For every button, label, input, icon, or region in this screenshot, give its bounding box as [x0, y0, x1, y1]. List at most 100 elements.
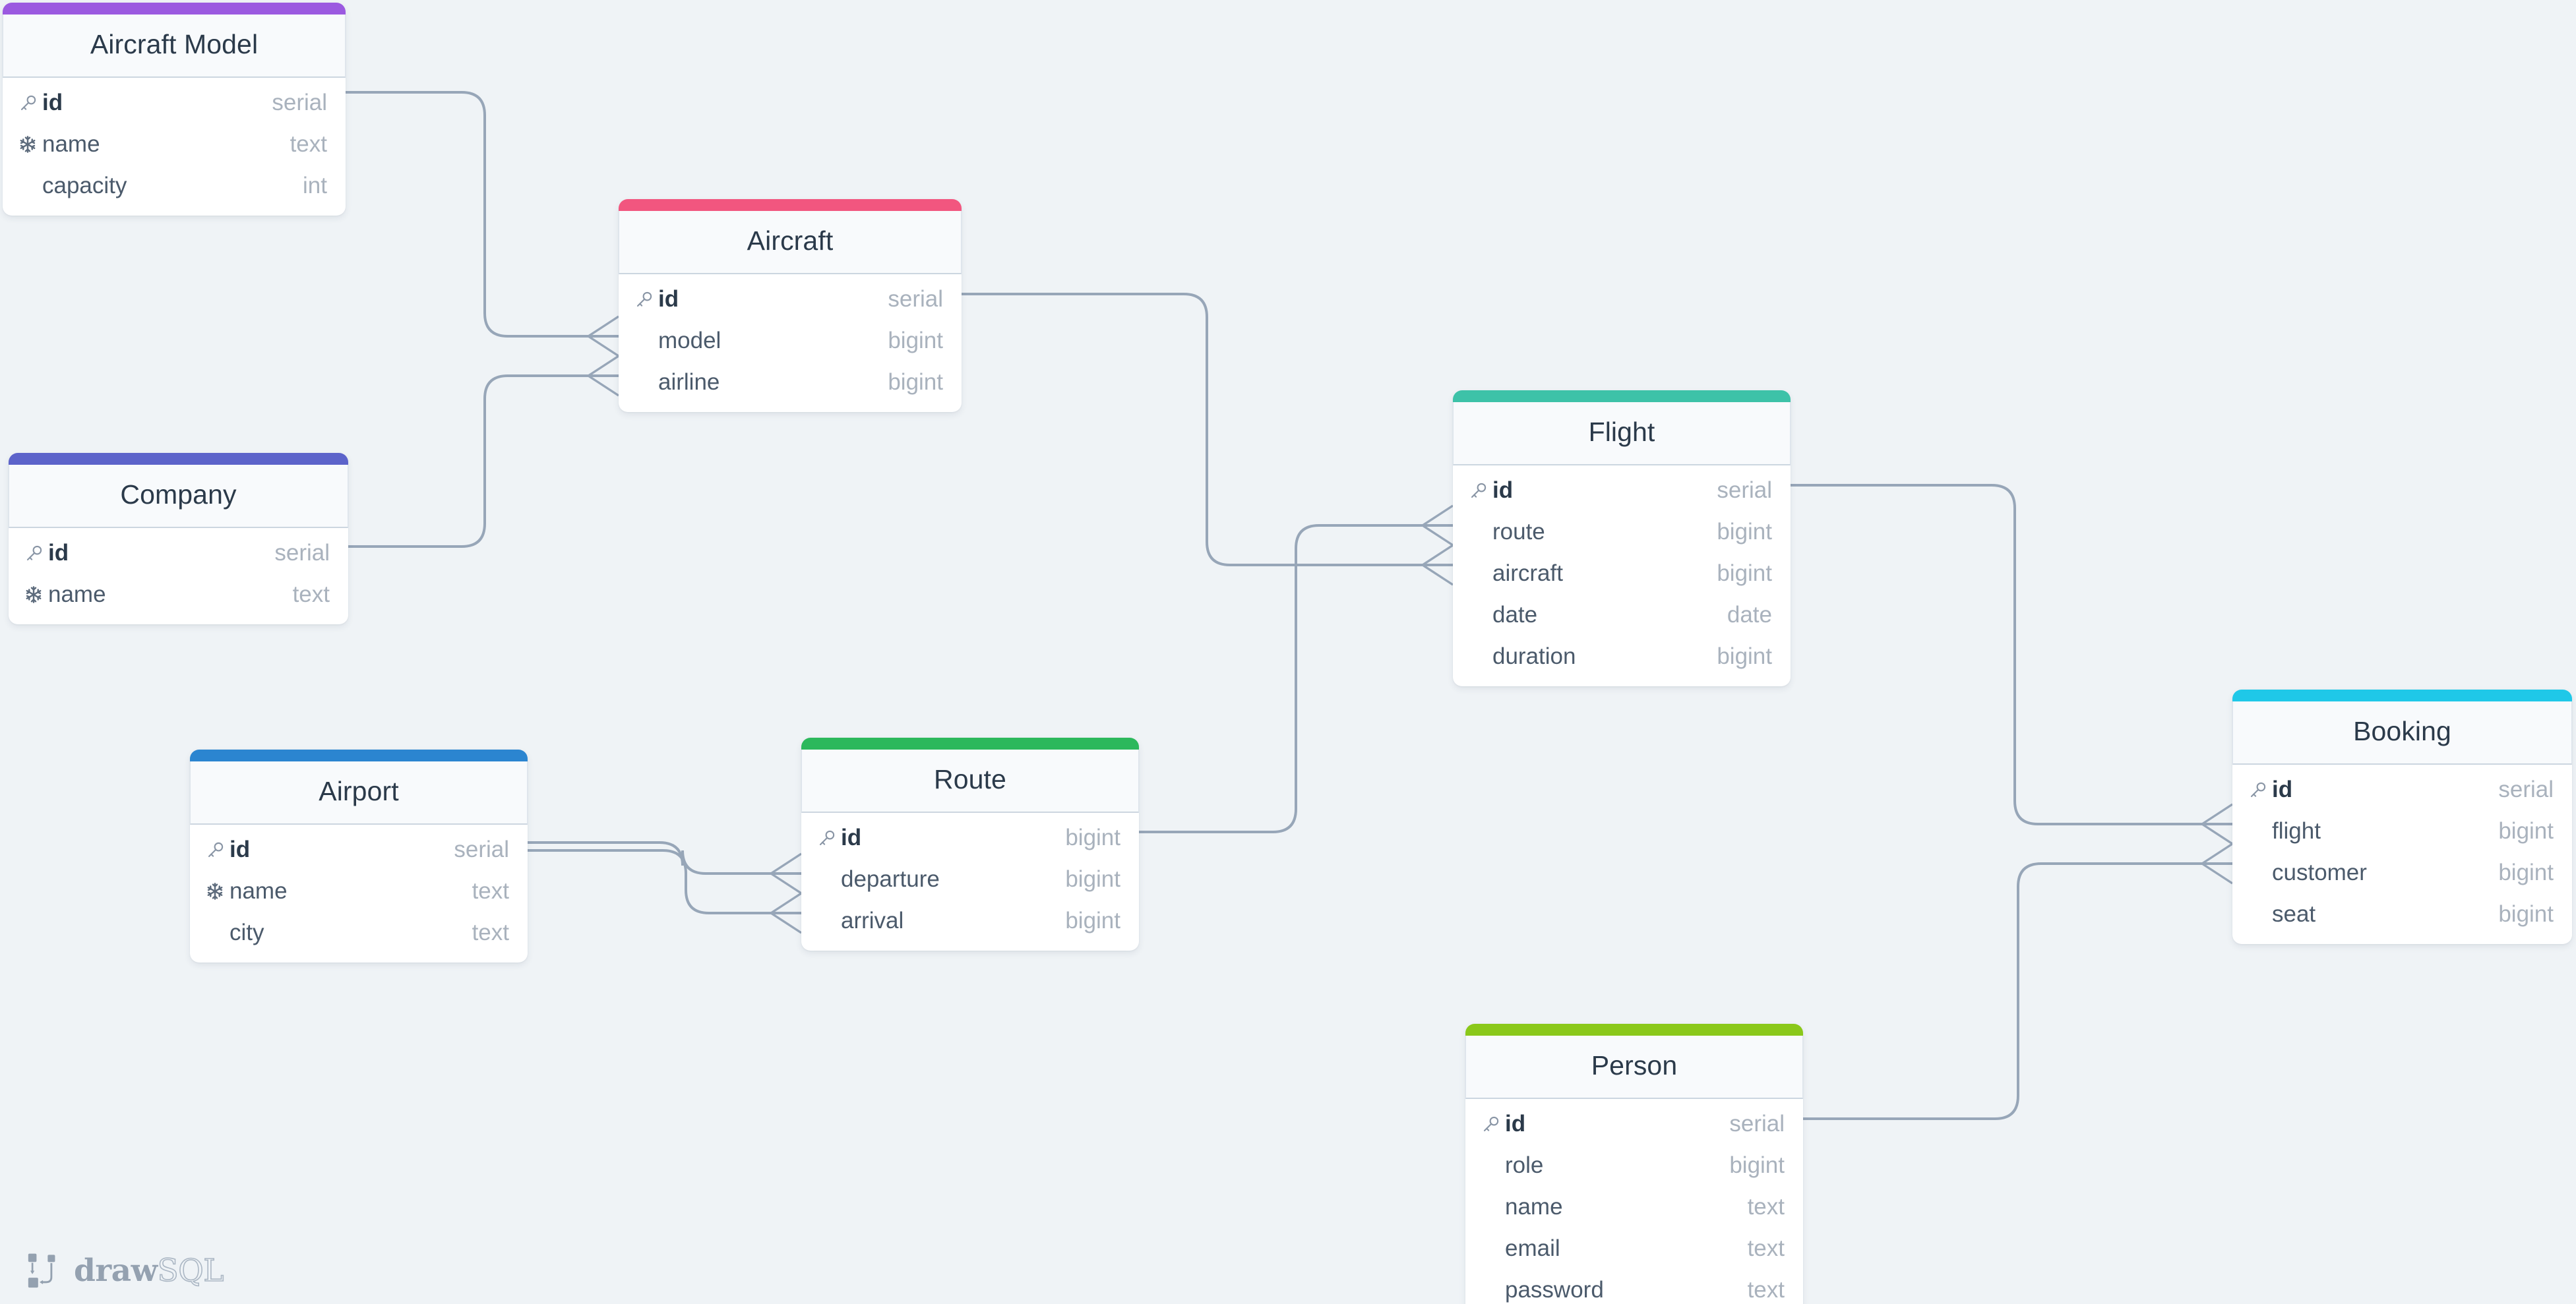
column-name: id — [658, 285, 679, 312]
column-type: bigint — [1065, 824, 1120, 850]
table-row[interactable]: duration bigint — [1453, 636, 1791, 677]
table-row[interactable]: departure bigint — [801, 858, 1139, 900]
column-name: duration — [1492, 643, 1576, 669]
table-title-booking[interactable]: Booking — [2232, 701, 2572, 765]
table-card-aircraft_model[interactable]: Aircraft Model id serial name text capacity in… — [3, 3, 346, 216]
key-icon — [1469, 481, 1492, 500]
rel-aircraft-flight[interactable] — [960, 293, 1454, 586]
column-name: departure — [841, 866, 940, 892]
table-title-person[interactable]: Person — [1465, 1036, 1803, 1099]
table-row[interactable]: id serial — [2232, 769, 2572, 810]
column-type: bigint — [1065, 907, 1120, 934]
crowsfoot-marker — [587, 355, 619, 397]
column-type: bigint — [1729, 1152, 1785, 1178]
table-row[interactable]: customer bigint — [2232, 852, 2572, 893]
rel-airport-route-departure[interactable] — [526, 841, 803, 895]
table-row[interactable]: route bigint — [1453, 511, 1791, 552]
rel-person-booking[interactable] — [1802, 843, 2234, 1120]
column-name: name — [42, 131, 100, 157]
crowsfoot-marker — [2201, 803, 2233, 845]
table-columns: id serial route bigint aircraft bigint date dat… — [1453, 465, 1791, 686]
table-accent-bar — [9, 453, 348, 465]
table-row[interactable]: id bigint — [801, 817, 1139, 858]
table-row[interactable]: aircraft bigint — [1453, 552, 1791, 594]
table-row[interactable]: arrival bigint — [801, 900, 1139, 941]
column-type: date — [1727, 601, 1772, 628]
column-type: bigint — [888, 327, 943, 353]
table-title-route[interactable]: Route — [801, 750, 1139, 813]
column-name: id — [2272, 776, 2293, 802]
snowflake-icon — [24, 585, 48, 604]
table-row[interactable]: model bigint — [619, 320, 962, 361]
table-row[interactable]: seat bigint — [2232, 893, 2572, 935]
column-type: int — [303, 172, 327, 198]
table-title-aircraft_model[interactable]: Aircraft Model — [3, 15, 346, 78]
table-row[interactable]: id serial — [619, 278, 962, 320]
crowsfoot-marker — [2201, 843, 2233, 885]
erd-canvas[interactable]: Aircraft Model id serial name text capacity in… — [0, 0, 2576, 1304]
table-row[interactable]: airline bigint — [619, 361, 962, 403]
column-type: text — [1747, 1276, 1785, 1303]
column-type: text — [472, 919, 509, 945]
column-name: flight — [2272, 817, 2321, 844]
column-name: id — [1492, 477, 1514, 503]
table-row[interactable]: id serial — [1453, 469, 1791, 511]
table-row[interactable]: name text — [1465, 1186, 1803, 1228]
table-card-aircraft[interactable]: Aircraft id serial model bigint airline bigint — [619, 199, 962, 412]
rel-route-flight[interactable] — [1138, 504, 1454, 833]
table-row[interactable]: id serial — [9, 532, 348, 574]
table-row[interactable]: password text — [1465, 1269, 1803, 1304]
key-icon — [634, 289, 658, 309]
rel-flight-booking[interactable] — [1789, 484, 2234, 845]
table-accent-bar — [190, 750, 528, 761]
relationship-line — [526, 849, 803, 914]
table-row[interactable]: flight bigint — [2232, 810, 2572, 852]
table-card-person[interactable]: Person id serial role bigint name text email tex… — [1465, 1024, 1803, 1304]
key-icon — [1481, 1114, 1505, 1134]
column-type: serial — [454, 836, 509, 862]
column-name: aircraft — [1492, 560, 1563, 586]
table-card-booking[interactable]: Booking id serial flight bigint customer bigin… — [2232, 690, 2572, 944]
table-row[interactable]: email text — [1465, 1228, 1803, 1269]
rel-airport-route-arrival[interactable] — [526, 849, 803, 934]
table-title-airport[interactable]: Airport — [190, 761, 528, 825]
column-name: password — [1505, 1276, 1604, 1303]
crowsfoot-marker — [770, 892, 802, 934]
column-type: bigint — [2498, 817, 2554, 844]
table-row[interactable]: name text — [3, 123, 346, 165]
table-title-company[interactable]: Company — [9, 465, 348, 528]
column-name: arrival — [841, 907, 904, 934]
table-row[interactable]: name text — [9, 574, 348, 615]
column-name: customer — [2272, 859, 2367, 885]
table-row[interactable]: capacity int — [3, 165, 346, 206]
rel-company-aircraft[interactable] — [347, 355, 620, 548]
table-row[interactable]: id serial — [190, 829, 528, 870]
table-row[interactable]: role bigint — [1465, 1144, 1803, 1186]
table-row[interactable]: city text — [190, 912, 528, 953]
column-type: bigint — [2498, 859, 2554, 885]
column-type: serial — [272, 89, 327, 115]
table-row[interactable]: date date — [1453, 594, 1791, 636]
table-card-company[interactable]: Company id serial name text — [9, 453, 348, 624]
table-row[interactable]: id serial — [1465, 1103, 1803, 1144]
key-icon — [18, 93, 42, 113]
table-accent-bar — [2232, 690, 2572, 701]
table-title-aircraft[interactable]: Aircraft — [619, 211, 962, 274]
table-title-flight[interactable]: Flight — [1453, 402, 1791, 465]
table-card-airport[interactable]: Airport id serial name text city text — [190, 750, 528, 963]
table-row[interactable]: name text — [190, 870, 528, 912]
column-name: id — [230, 836, 251, 862]
table-row[interactable]: id serial — [3, 82, 346, 123]
column-name: model — [658, 327, 721, 353]
key-icon — [24, 543, 48, 563]
relationship-line — [1138, 524, 1454, 833]
table-card-route[interactable]: Route id bigint departure bigint arrival bigin… — [801, 738, 1139, 951]
relationship-line — [344, 91, 620, 338]
table-columns: id serial name text city text — [190, 825, 528, 963]
table-accent-bar — [3, 3, 346, 15]
column-name: seat — [2272, 901, 2316, 927]
crowsfoot-marker — [1421, 504, 1454, 547]
table-card-flight[interactable]: Flight id serial route bigint aircraft bigint d… — [1453, 390, 1791, 686]
table-columns: id serial flight bigint customer bigint seat bi… — [2232, 765, 2572, 944]
rel-aircraftmodel-aircraft[interactable] — [344, 91, 620, 357]
